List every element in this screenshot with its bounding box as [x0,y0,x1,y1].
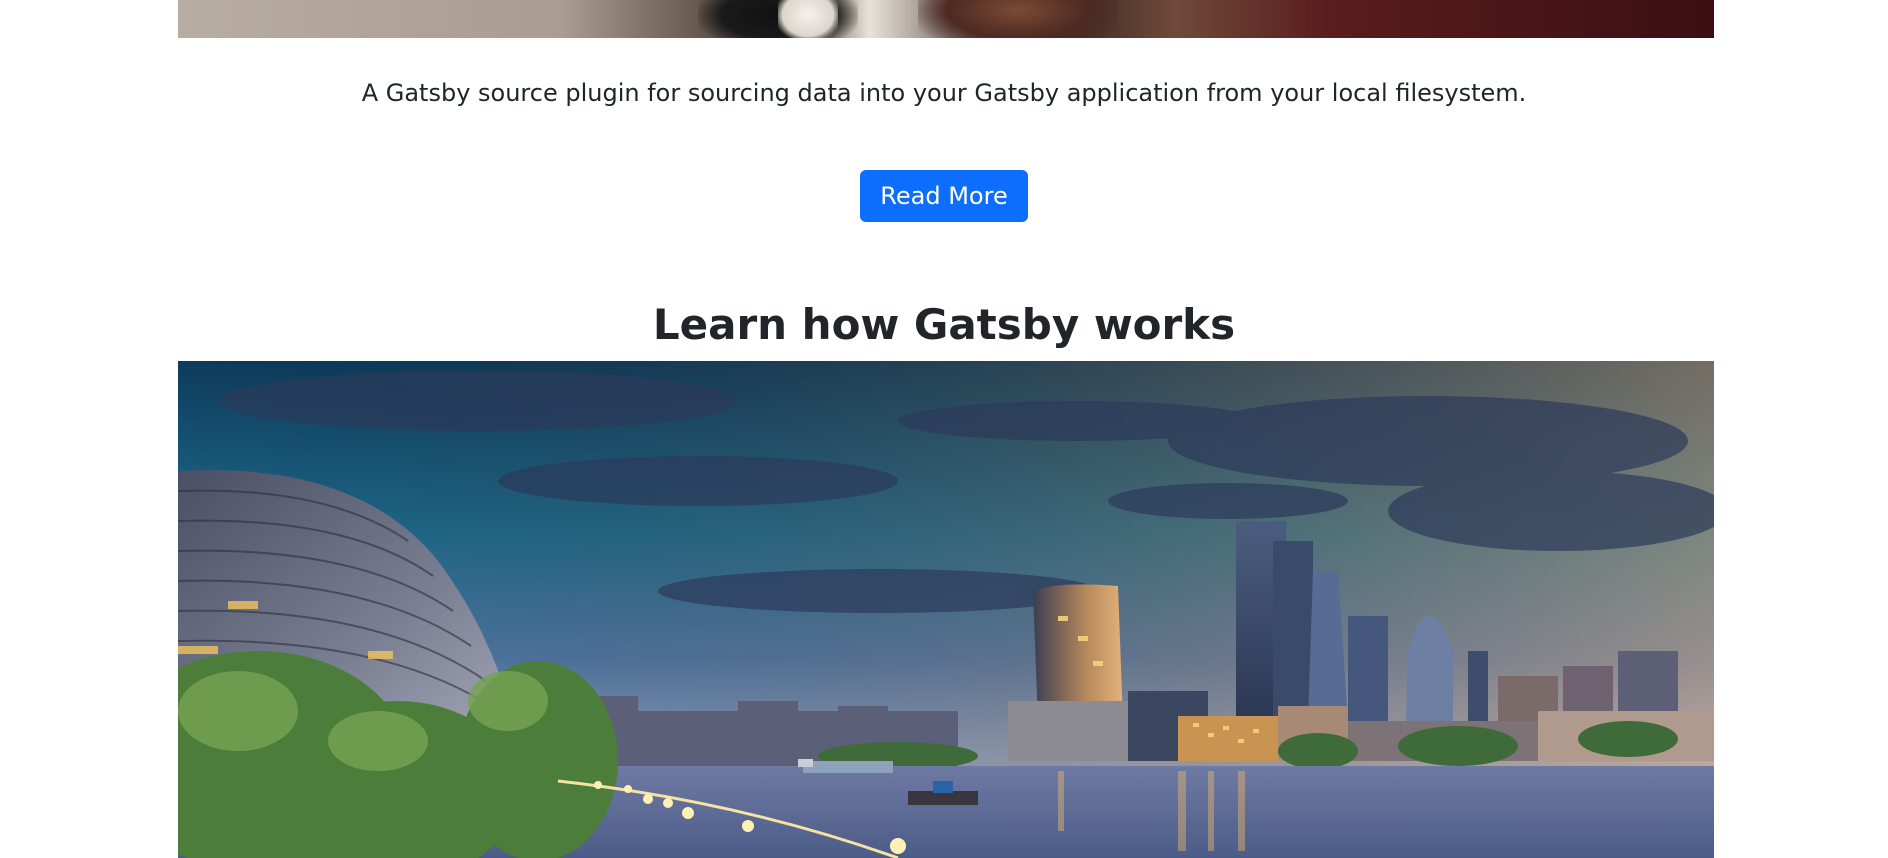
read-more-button[interactable]: Read More [860,170,1028,222]
page: A Gatsby source plugin for sourcing data… [0,0,1888,858]
read-more-wrapper: Read More [0,170,1888,222]
section-title: Learn how Gatsby works [652,300,1236,349]
card-description: A Gatsby source plugin for sourcing data… [361,79,1527,107]
previous-card-image [178,0,1714,38]
london-skyline-image [178,361,1714,858]
